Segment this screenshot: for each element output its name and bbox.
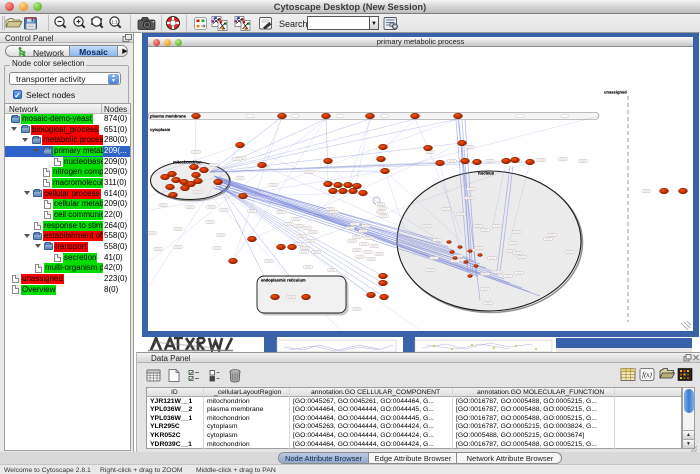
svg-text:mitochondrion: mitochondrion <box>173 160 202 165</box>
svg-text:1:1: 1:1 <box>111 19 118 24</box>
svg-text:unassigned: unassigned <box>604 90 627 95</box>
svg-text:f(x): f(x) <box>642 371 652 379</box>
svg-text:endoplasmic reticulum: endoplasmic reticulum <box>261 278 306 283</box>
svg-text:nucleus: nucleus <box>478 171 494 176</box>
svg-text:plasma membrane: plasma membrane <box>150 114 186 119</box>
svg-text:cytoplasm: cytoplasm <box>150 128 170 133</box>
